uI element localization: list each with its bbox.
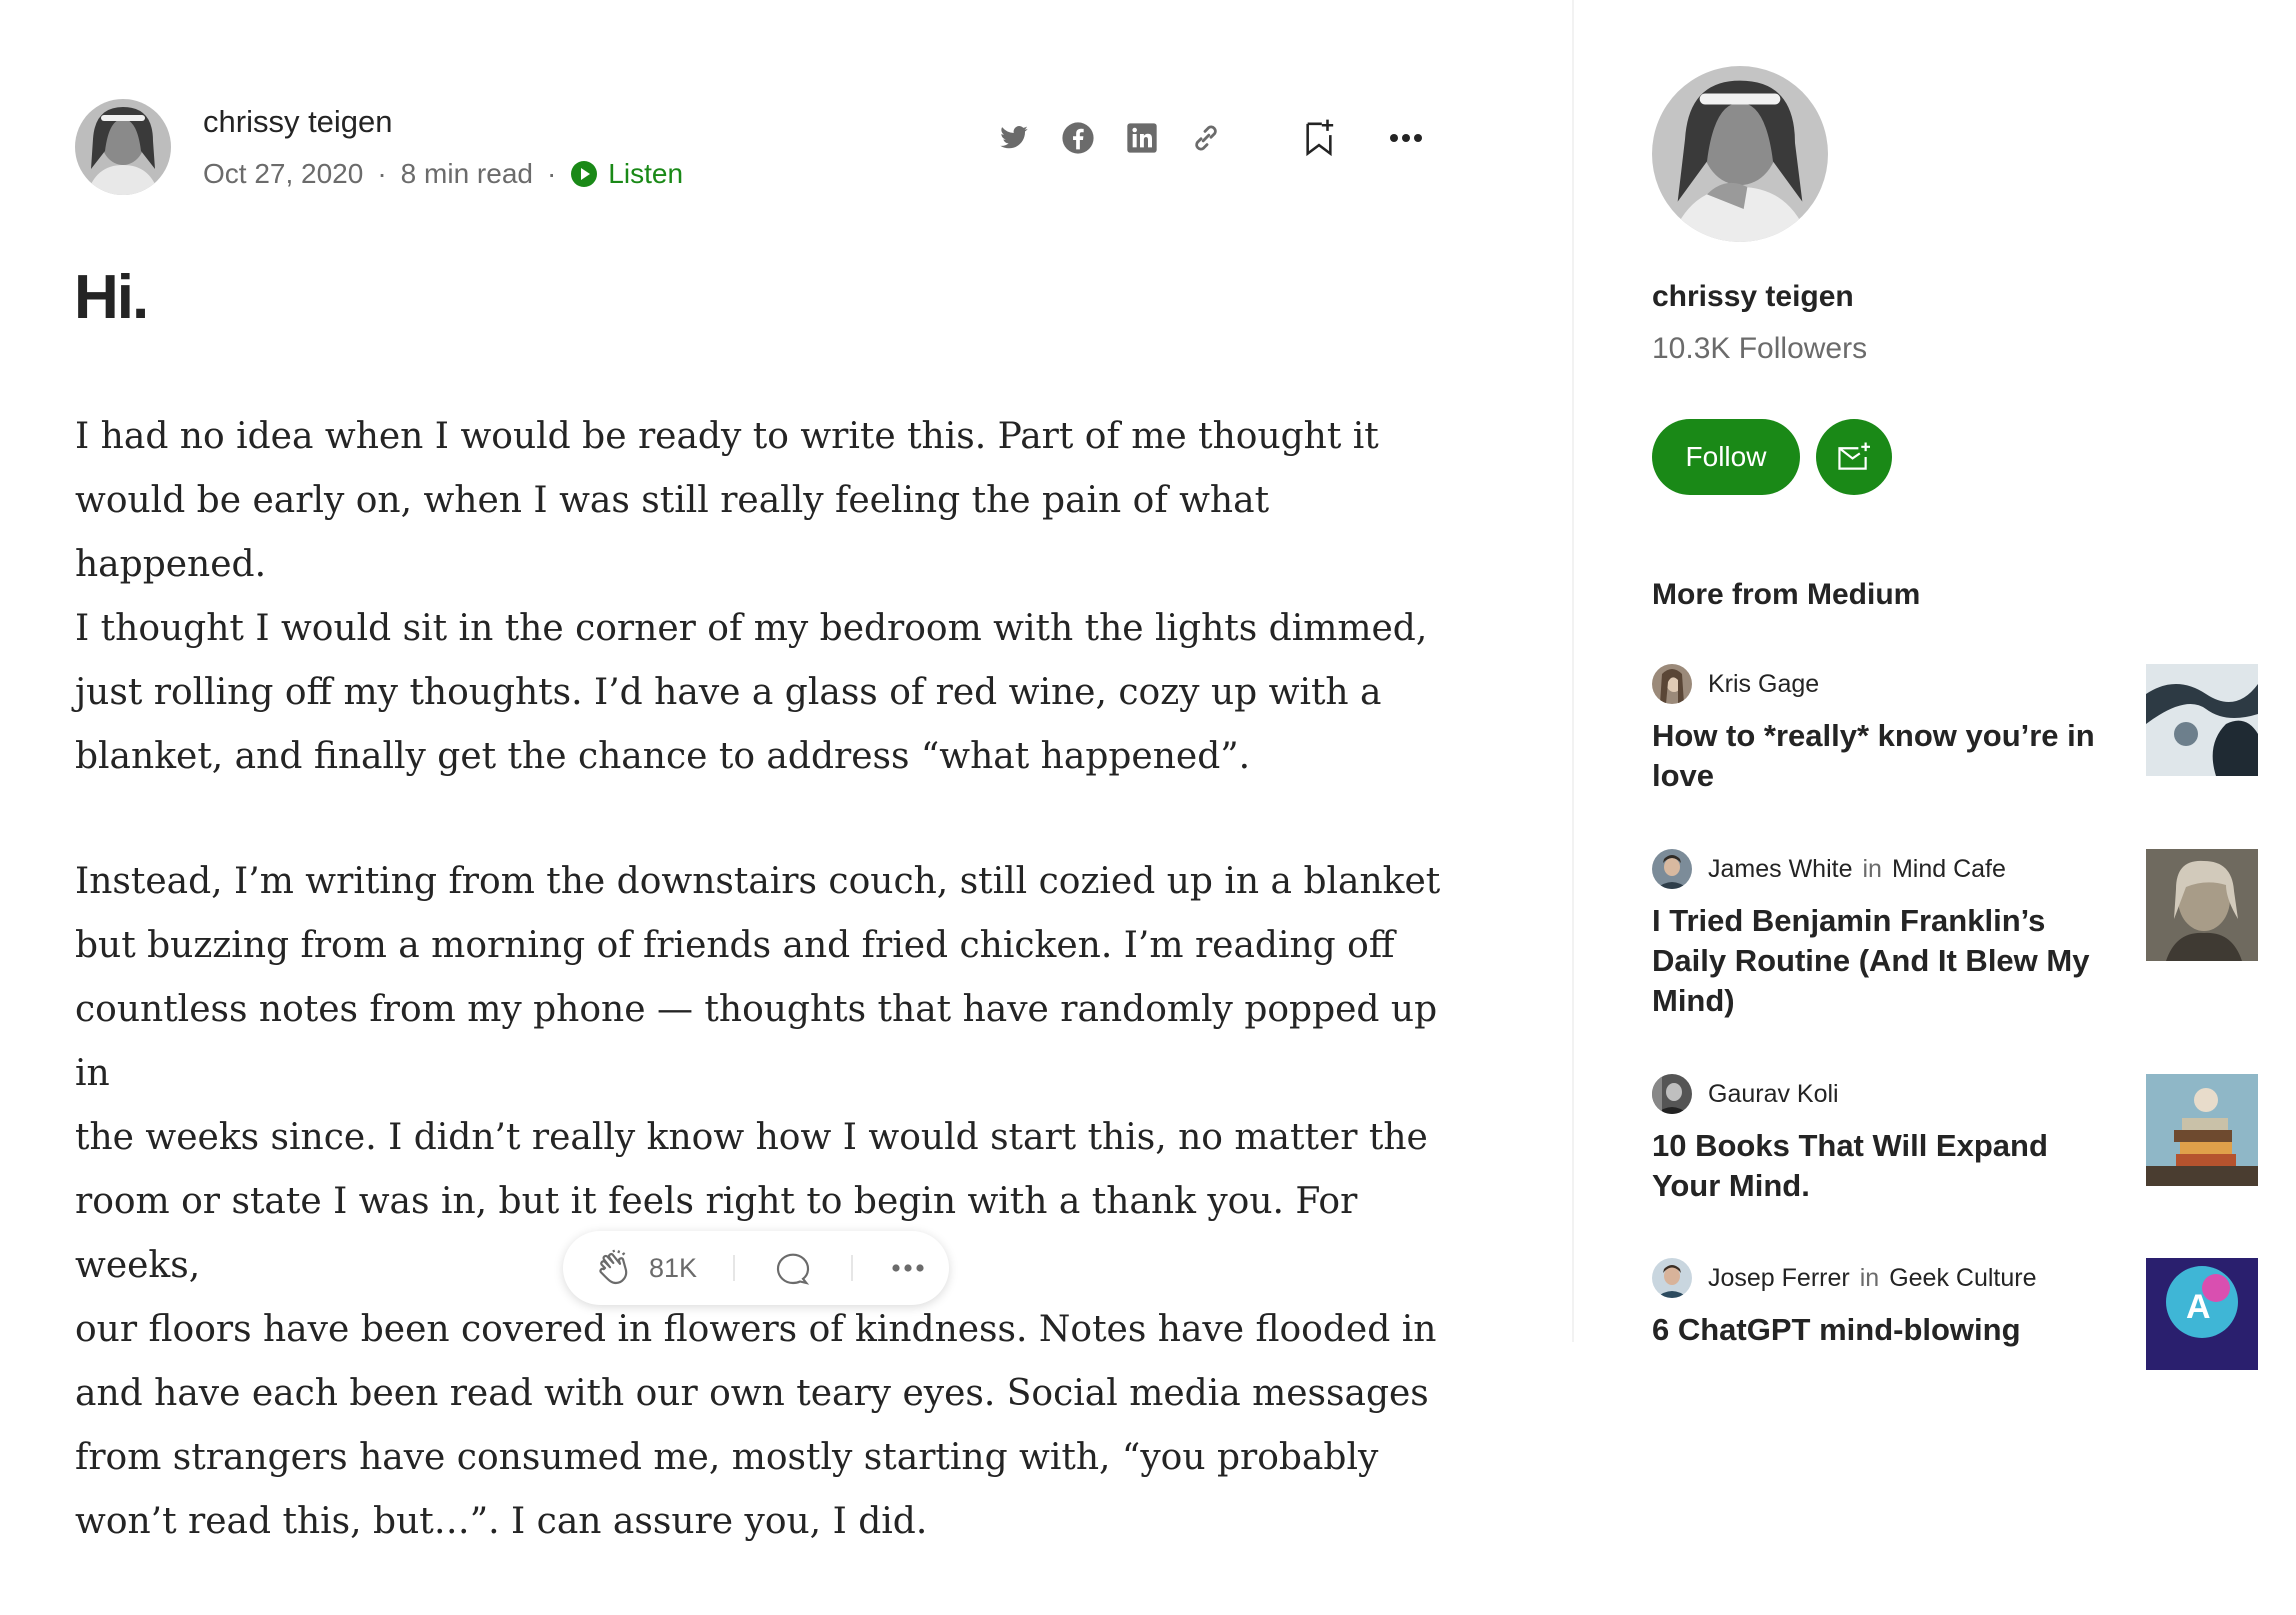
rec-title[interactable]: I Tried Benjamin Franklin’s Daily Routin… (1652, 901, 2112, 1021)
linkedin-icon[interactable] (1122, 118, 1162, 158)
article-paragraph: I had no idea when I would be ready to w… (75, 416, 1428, 777)
rec-in-label: in (1859, 1263, 1880, 1292)
mail-plus-icon (1838, 442, 1870, 470)
follower-count[interactable]: 10.3K Followers (1652, 332, 1867, 366)
article-paragraph: Instead, I’m writing from the downstairs… (75, 861, 1441, 1542)
recommendation-item[interactable]: Josep Ferrer in Geek Culture 6 ChatGPT m… (1652, 1258, 2272, 1370)
publish-date: Oct 27, 2020 (203, 158, 364, 189)
more-options-button[interactable] (891, 1263, 925, 1273)
recommendation-item[interactable]: James White in Mind Cafe I Tried Benjami… (1652, 849, 2272, 1021)
svg-text:A: A (2186, 1288, 2211, 1326)
bookmark-icon[interactable] (1299, 118, 1339, 158)
rec-title[interactable]: How to *really* know you’re in love (1652, 716, 2112, 796)
recommendation-item[interactable]: Kris Gage How to *really* know you’re in… (1652, 664, 2272, 796)
article-title: Hi. (74, 263, 149, 332)
toolbar-divider (851, 1255, 854, 1281)
rec-title[interactable]: 6 ChatGPT mind-blowing (1652, 1310, 2112, 1350)
rec-thumbnail[interactable]: A (2146, 1258, 2258, 1370)
more-icon (892, 1264, 924, 1272)
listen-button[interactable]: Listen (570, 158, 683, 190)
rec-thumbnail[interactable] (2146, 849, 2258, 961)
sidebar: chrissy teigen 10.3K Followers Follow Mo… (1574, 0, 2296, 1370)
comment-icon (776, 1253, 810, 1285)
article-meta: Oct 27, 2020 · 8 min read · Listen (203, 158, 683, 190)
rec-author-name[interactable]: Josep Ferrer (1708, 1264, 1850, 1293)
play-icon (571, 161, 598, 187)
rec-author-avatar[interactable] (1652, 1074, 1692, 1114)
clap-button[interactable]: 81K (595, 1248, 697, 1288)
twitter-icon[interactable] (994, 118, 1034, 158)
recommendation-item[interactable]: Gaurav Koli 10 Books That Will Expand Yo… (1652, 1074, 2272, 1206)
more-icon[interactable] (1386, 118, 1426, 158)
clap-icon (599, 1249, 628, 1285)
sidebar-author-name[interactable]: chrissy teigen (1652, 280, 1854, 314)
rec-author-name[interactable]: James White (1708, 855, 1852, 884)
link-icon[interactable] (1186, 118, 1226, 158)
article-body: I had no idea when I would be ready to w… (75, 405, 1455, 1615)
rec-thumbnail[interactable] (2146, 1074, 2258, 1186)
author-name[interactable]: chrissy teigen (203, 104, 393, 140)
sidebar-author-avatar[interactable] (1652, 66, 1828, 242)
clap-toolbar: 81K (563, 1231, 949, 1305)
meta-separator: · (377, 158, 387, 189)
rec-title[interactable]: 10 Books That Will Expand Your Mind. (1652, 1126, 2112, 1206)
meta-separator: · (546, 158, 557, 189)
more-from-heading: More from Medium (1652, 578, 1921, 611)
subscribe-button[interactable] (1816, 419, 1892, 495)
facebook-icon[interactable] (1058, 118, 1098, 158)
rec-author-avatar[interactable] (1652, 664, 1692, 704)
read-time: 8 min read (400, 158, 533, 189)
article-column: chrissy teigen Oct 27, 2020 · 8 min read… (0, 0, 1572, 1542)
rec-author-name[interactable]: Kris Gage (1708, 670, 1819, 699)
toolbar-divider (733, 1255, 736, 1281)
rec-in-label: in (1862, 854, 1882, 883)
follow-button[interactable]: Follow (1652, 419, 1800, 495)
rec-publication[interactable]: Geek Culture (1889, 1264, 2036, 1293)
rec-publication[interactable]: Mind Cafe (1892, 855, 2006, 884)
comment-button[interactable] (773, 1248, 813, 1288)
rec-author-name[interactable]: Gaurav Koli (1708, 1080, 1839, 1109)
clap-count: 81K (649, 1252, 698, 1283)
listen-label: Listen (608, 158, 684, 189)
rec-author-avatar[interactable] (1652, 1258, 1692, 1298)
author-avatar[interactable] (75, 99, 171, 195)
rec-thumbnail[interactable] (2146, 664, 2258, 776)
rec-author-avatar[interactable] (1652, 849, 1692, 889)
